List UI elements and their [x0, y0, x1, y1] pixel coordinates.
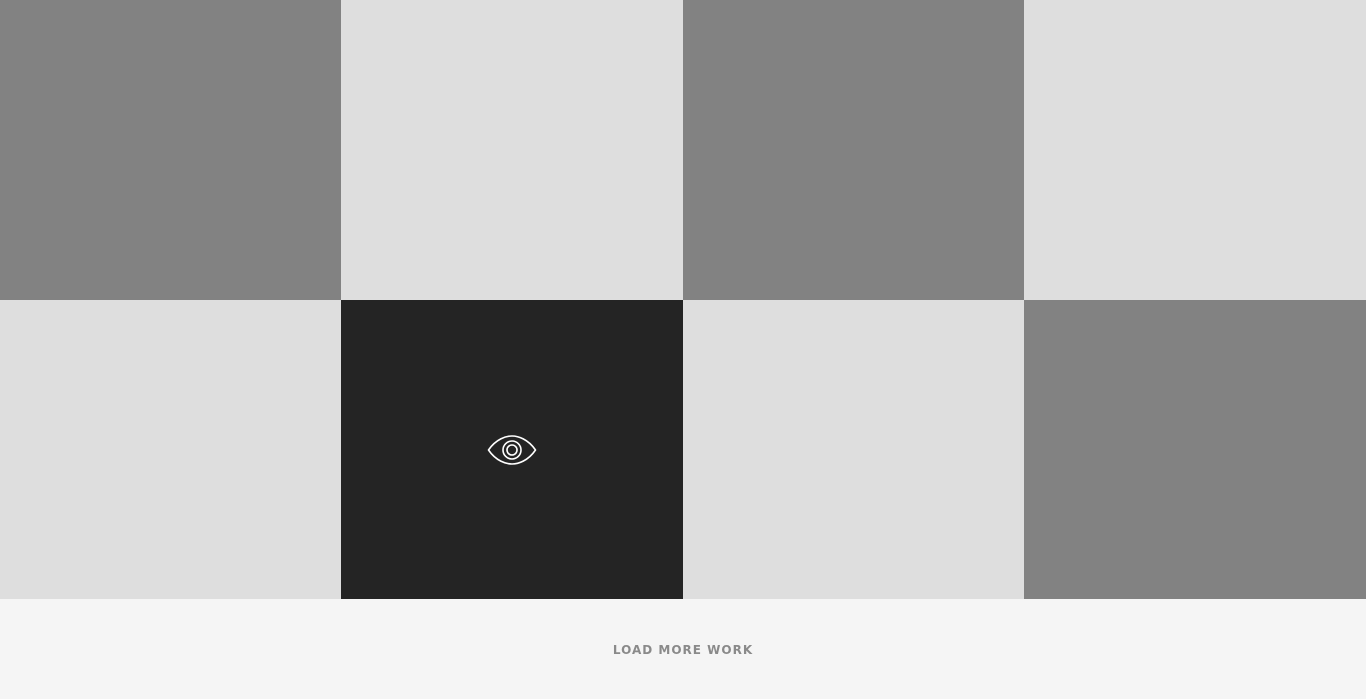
portfolio-item-6[interactable]: [341, 300, 683, 599]
load-more-button[interactable]: LOAD MORE WORK: [613, 643, 753, 657]
portfolio-item-1[interactable]: [0, 0, 341, 300]
portfolio-item-8[interactable]: [1024, 300, 1366, 599]
portfolio-item-5[interactable]: [0, 300, 341, 599]
portfolio-item-4[interactable]: [1024, 0, 1366, 300]
portfolio-item-3[interactable]: [683, 0, 1024, 300]
load-more-section: LOAD MORE WORK: [0, 599, 1366, 699]
portfolio-grid: [0, 0, 1366, 599]
portfolio-item-2[interactable]: [341, 0, 683, 300]
eye-icon: [487, 434, 537, 465]
portfolio-item-7[interactable]: [683, 300, 1024, 599]
